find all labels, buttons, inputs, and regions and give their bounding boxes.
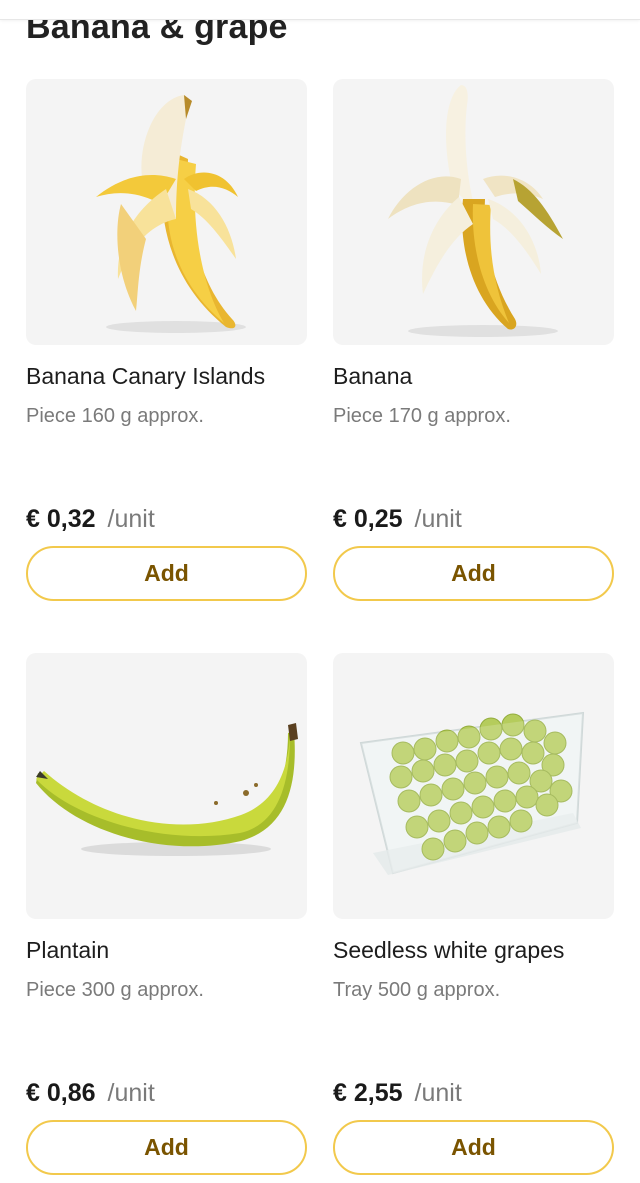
product-image[interactable]: [26, 653, 307, 919]
product-detail: Tray 500 g approx.: [333, 979, 501, 1001]
plantain-icon: [36, 723, 298, 856]
product-name[interactable]: Banana Canary Islands: [26, 363, 265, 390]
price-unit: /unit: [414, 505, 462, 533]
product-image[interactable]: [333, 653, 614, 919]
product-image[interactable]: [333, 79, 614, 345]
product-price: € 0,32: [26, 505, 96, 533]
product-card[interactable]: Plantain Piece 300 g approx. € 0,86 /uni…: [26, 653, 307, 1183]
product-price: € 0,86: [26, 1079, 96, 1107]
product-card[interactable]: Seedless white grapes Tray 500 g approx.…: [333, 653, 614, 1183]
top-app-bar: [0, 0, 640, 20]
product-card[interactable]: Banana Canary Islands Piece 160 g approx…: [26, 79, 307, 653]
product-price: € 0,25: [333, 505, 403, 533]
product-name[interactable]: Seedless white grapes: [333, 937, 564, 964]
product-detail: Piece 170 g approx.: [333, 405, 511, 427]
peeled-banana-icon: [388, 85, 563, 337]
product-name[interactable]: Plantain: [26, 937, 109, 964]
product-detail: Piece 160 g approx.: [26, 405, 204, 427]
price-row: € 0,25 /unit: [333, 505, 462, 534]
price-row: € 2,55 /unit: [333, 1079, 462, 1108]
price-unit: /unit: [107, 1079, 155, 1107]
product-grid: Banana Canary Islands Piece 160 g approx…: [26, 79, 614, 1183]
price-row: € 0,86 /unit: [26, 1079, 155, 1108]
peeled-banana-icon: [96, 95, 246, 333]
grapes-tray-icon: [359, 711, 585, 875]
price-unit: /unit: [414, 1079, 462, 1107]
price-row: € 0,32 /unit: [26, 505, 155, 534]
product-name[interactable]: Banana: [333, 363, 412, 390]
product-detail: Piece 300 g approx.: [26, 979, 204, 1001]
product-card[interactable]: Banana Piece 170 g approx. € 0,25 /unit …: [333, 79, 614, 653]
add-button[interactable]: Add: [333, 546, 614, 601]
product-price: € 2,55: [333, 1079, 403, 1107]
product-image[interactable]: [26, 79, 307, 345]
add-button[interactable]: Add: [26, 546, 307, 601]
add-button[interactable]: Add: [333, 1120, 614, 1175]
price-unit: /unit: [107, 505, 155, 533]
add-button[interactable]: Add: [26, 1120, 307, 1175]
